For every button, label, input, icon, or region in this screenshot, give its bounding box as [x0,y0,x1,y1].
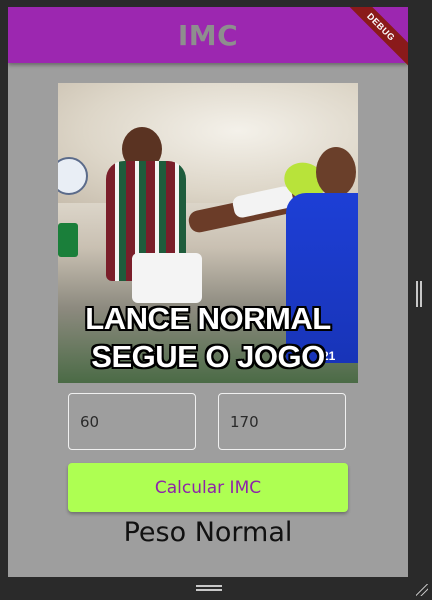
result-text: Peso Normal [123,517,293,548]
player-right-shirt [286,193,358,363]
app-title: IMC [177,18,239,52]
weight-field[interactable] [68,393,196,450]
player-left-shorts [132,253,202,303]
resize-handle-right[interactable] [416,281,422,307]
player-right-head [316,147,356,197]
resize-handle-bottom[interactable] [196,585,222,591]
calculate-imc-button[interactable]: Calcular IMC [68,463,348,512]
height-input[interactable] [219,394,345,449]
meme-caption-line-2: SEGUE O JOGO [91,339,325,374]
meme-caption-line-1: LANCE NORMAL [85,301,331,336]
resize-grip-icon[interactable] [416,584,428,596]
meme-image: 21 LANCE NORMAL SEGUE O JOGO [58,83,358,383]
app-bar: IMC DEBUG [8,7,408,72]
height-field[interactable] [218,393,346,450]
window-frame: IMC DEBUG 21 LANCE NORMAL SEGUE O JOGO C… [0,0,432,600]
weight-input[interactable] [69,394,195,449]
app-surface: IMC DEBUG 21 LANCE NORMAL SEGUE O JOGO C… [8,7,408,577]
debug-banner: DEBUG [336,7,408,72]
channel-logo [58,223,78,257]
